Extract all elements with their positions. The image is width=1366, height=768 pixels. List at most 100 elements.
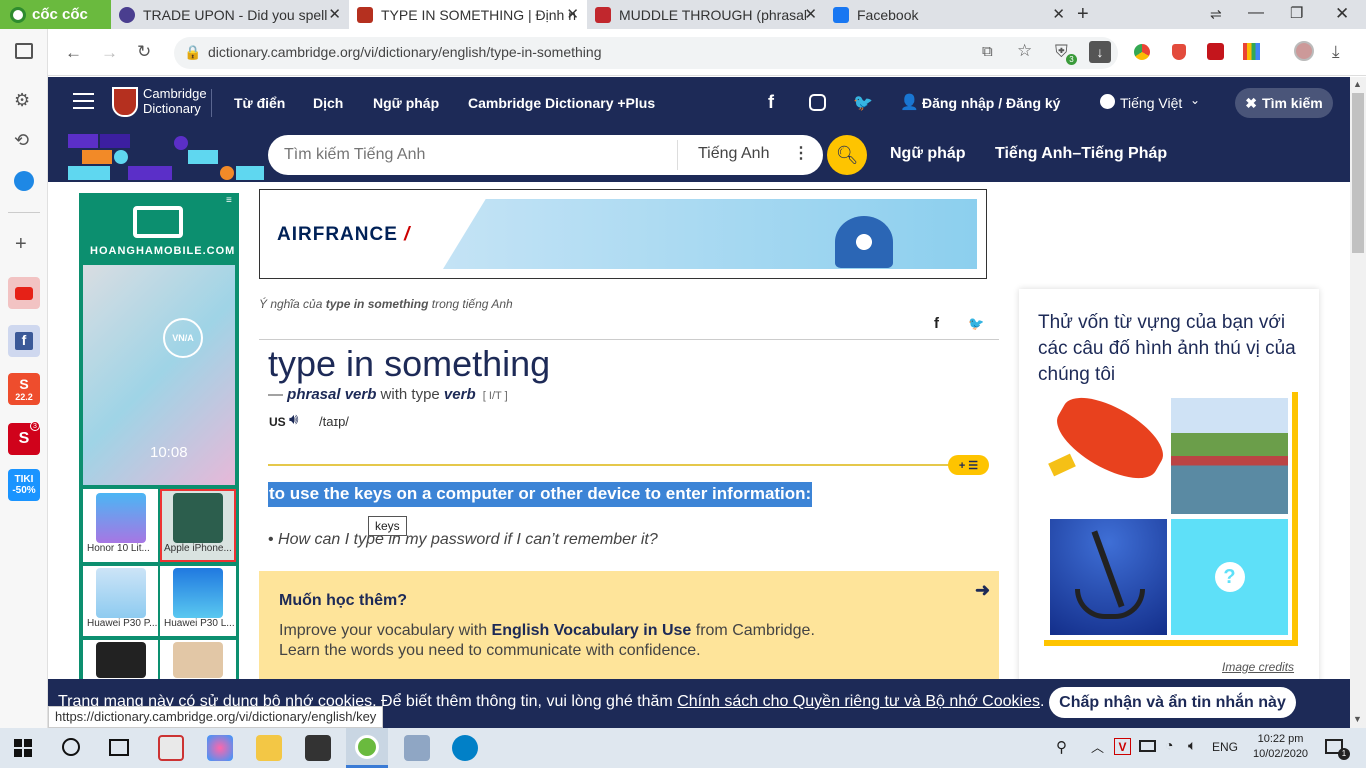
scroll-down-icon[interactable]: ▼ (1353, 714, 1362, 724)
extension-red-icon[interactable] (1207, 43, 1224, 60)
search-icon[interactable] (62, 738, 80, 756)
quiz-image-barge[interactable] (1171, 398, 1288, 514)
tiki-icon[interactable]: TIKI -50% (8, 469, 40, 501)
zalo-icon[interactable] (452, 735, 478, 761)
close-tab-icon[interactable]: ✕ (566, 5, 579, 23)
add-sidebar-app-icon[interactable]: + (15, 233, 27, 256)
search-toggle-button[interactable]: ✖ Tìm kiếm (1235, 88, 1333, 118)
login-link[interactable]: Đăng nhập / Đăng ký (922, 95, 1060, 111)
scroll-up-icon[interactable]: ▲ (1353, 79, 1362, 89)
twitter-icon[interactable]: 🐦 (853, 93, 873, 113)
youtube-icon[interactable] (8, 277, 40, 309)
chevron-up-icon[interactable]: ︿ (1091, 737, 1104, 756)
clock[interactable]: 10:22 pm 10/02/2020 (1253, 733, 1308, 760)
share-facebook-icon[interactable]: f (934, 315, 939, 332)
close-tab-icon[interactable]: ✕ (328, 5, 341, 23)
speaker-icon[interactable]: 🔊︎ (289, 411, 298, 428)
downloads-icon[interactable]: ⤓ (1332, 42, 1340, 62)
history-icon[interactable]: ⟲ (14, 130, 29, 151)
language-select[interactable]: Tiếng Việt (1120, 95, 1182, 111)
url-text[interactable]: dictionary.cambridge.org/vi/dictionary/e… (208, 44, 601, 60)
app-icon[interactable] (404, 735, 430, 761)
product-card[interactable]: Huawei P30 L... (160, 566, 236, 636)
ad-menu-icon[interactable]: ≡ (226, 195, 232, 206)
promo-line2: Learn the words you need to communicate … (279, 642, 701, 659)
shopee-icon[interactable]: S 22.2 (8, 373, 40, 405)
messenger-icon[interactable] (14, 171, 34, 191)
cambridge-crest-icon[interactable] (112, 87, 138, 117)
close-window-icon[interactable]: ✕ (1335, 4, 1349, 24)
lock-icon[interactable]: 🔒 (184, 44, 201, 61)
profile-avatar[interactable] (1294, 41, 1314, 61)
quiz-image-kayak[interactable] (1046, 384, 1174, 514)
new-tab-button[interactable]: + (1077, 3, 1089, 26)
user-icon: 👤 (900, 94, 919, 111)
tab-facebook[interactable]: Facebook ✕ (825, 0, 1073, 29)
app-icon[interactable] (158, 735, 184, 761)
product-card[interactable]: Apple iPhone... (160, 489, 236, 562)
arrow-right-icon[interactable]: ➜ (975, 580, 990, 601)
paint-icon[interactable] (207, 735, 233, 761)
task-view-icon[interactable] (109, 739, 129, 756)
colorful-extension-icon[interactable] (1243, 43, 1260, 60)
people-icon[interactable]: ⚲ (1056, 738, 1067, 756)
bookmark-star-icon[interactable]: ☆ (1017, 41, 1032, 61)
search-button[interactable]: 🔍︎ (827, 135, 867, 175)
adblock-icon[interactable] (1172, 44, 1186, 60)
facebook-icon[interactable]: f (8, 325, 40, 357)
chrome-extension-icon[interactable] (1134, 44, 1150, 60)
maximize-icon[interactable]: ❐ (1290, 4, 1303, 22)
english-french-link[interactable]: Tiếng Anh–Tiếng Pháp (995, 145, 1167, 163)
accept-cookies-button[interactable]: Chấp nhận và ẩn tin nhắn này (1049, 687, 1296, 718)
tab-type-in-something[interactable]: TYPE IN SOMETHING | Định n ✕ (349, 0, 587, 29)
dictionary-select[interactable]: Tiếng Anh (698, 145, 769, 163)
sticky-app-icon[interactable] (305, 735, 331, 761)
settings-gear-icon[interactable]: ⚙ (14, 90, 30, 111)
translate-icon[interactable]: ⧉ (982, 43, 993, 60)
wifi-icon[interactable]: ◔ (1165, 737, 1173, 753)
more-options-icon[interactable]: ⋮ (793, 143, 809, 163)
volume-icon[interactable]: 🔈︎ (1188, 737, 1196, 754)
minimize-icon[interactable]: — (1248, 4, 1264, 22)
language-indicator[interactable]: ENG (1212, 740, 1238, 754)
add-to-list-button[interactable]: + ☰ (948, 455, 989, 475)
product-card[interactable]: Huawei P30 P... (83, 566, 158, 636)
instagram-icon[interactable] (809, 94, 826, 111)
close-tab-icon[interactable]: ✕ (804, 5, 817, 23)
airfrance-logo: AIRFRANCE / (277, 224, 411, 245)
image-credits-link[interactable]: Image credits (1222, 660, 1294, 674)
facebook-icon[interactable]: f (768, 92, 774, 113)
product-card[interactable] (160, 640, 236, 680)
quiz-image-unknown[interactable]: ? (1171, 519, 1288, 635)
sidebar-toggle-icon[interactable] (15, 43, 33, 59)
nav-plus[interactable]: Cambridge Dictionary +Plus (468, 95, 655, 111)
grammar-link[interactable]: Ngữ pháp (890, 145, 966, 163)
tab-trade-upon[interactable]: TRADE UPON - Did you spell ✕ (111, 0, 349, 29)
tab-muddle-through[interactable]: MUDDLE THROUGH (phrasal ✕ (587, 0, 825, 29)
browser-brand[interactable]: cốc cốc (0, 0, 111, 29)
privacy-link[interactable]: Chính sách cho Quyền riêng tư và Bộ nhớ … (677, 693, 1040, 710)
nav-translate[interactable]: Dịch (313, 95, 343, 111)
unikey-icon[interactable]: V (1114, 738, 1131, 755)
battery-icon[interactable] (1139, 740, 1156, 752)
search-input[interactable] (284, 140, 664, 170)
product-card[interactable]: Honor 10 Lit... (83, 489, 158, 562)
product-card[interactable] (83, 640, 158, 680)
nav-grammar[interactable]: Ngữ pháp (373, 95, 439, 111)
download-page-icon[interactable]: ↓ (1089, 41, 1111, 63)
coccoc-taskbar-button[interactable] (346, 728, 388, 768)
back-icon[interactable]: ← (65, 43, 82, 63)
forward-icon[interactable]: → (101, 43, 118, 63)
site-logo[interactable]: Cambridge Dictionary (143, 86, 207, 116)
reload-icon[interactable]: ↻ (137, 42, 151, 62)
hamburger-menu-icon[interactable] (73, 93, 94, 109)
share-twitter-icon[interactable]: 🐦 (968, 316, 984, 332)
quiz-image-anchor[interactable] (1050, 519, 1167, 635)
windows-start-icon[interactable] (14, 739, 32, 757)
scrollbar-thumb[interactable] (1352, 93, 1364, 253)
chevron-down-icon[interactable]: ⌄ (1190, 93, 1200, 107)
close-tab-icon[interactable]: ✕ (1052, 5, 1065, 23)
nav-dictionary[interactable]: Từ điển (234, 95, 285, 111)
file-explorer-icon[interactable] (256, 735, 282, 761)
tab-menu-icon[interactable]: ⇌ (1210, 6, 1222, 23)
